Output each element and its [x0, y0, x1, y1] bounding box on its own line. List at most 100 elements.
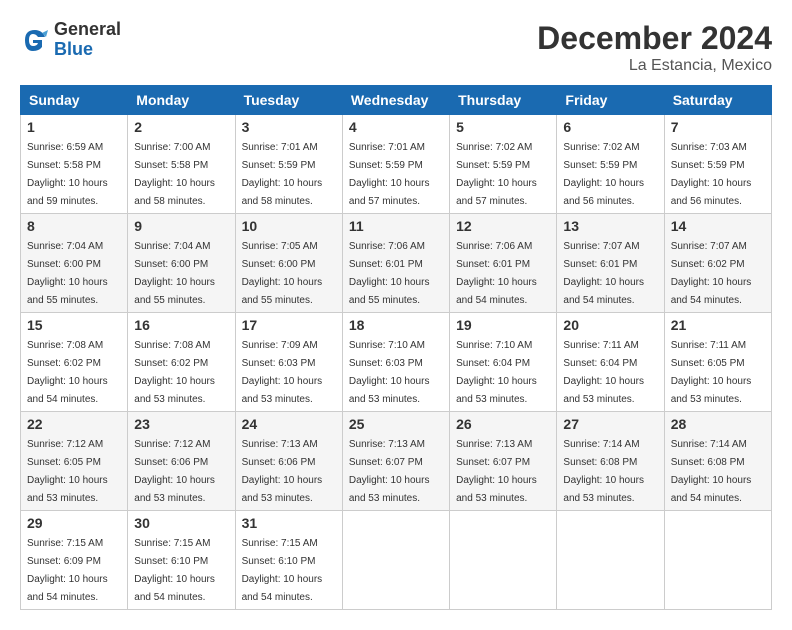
- day-number: 26: [456, 416, 550, 432]
- calendar-week-3: 15 Sunrise: 7:08 AMSunset: 6:02 PMDaylig…: [21, 313, 772, 412]
- calendar-cell-empty: [664, 511, 771, 610]
- calendar-cell-14: 14 Sunrise: 7:07 AMSunset: 6:02 PMDaylig…: [664, 214, 771, 313]
- calendar-cell-9: 9 Sunrise: 7:04 AMSunset: 6:00 PMDayligh…: [128, 214, 235, 313]
- weekday-header-monday: Monday: [128, 86, 235, 115]
- day-number: 24: [242, 416, 336, 432]
- day-info: Sunrise: 7:13 AMSunset: 6:07 PMDaylight:…: [456, 439, 537, 504]
- calendar-cell-7: 7 Sunrise: 7:03 AMSunset: 5:59 PMDayligh…: [664, 115, 771, 214]
- calendar-cell-31: 31 Sunrise: 7:15 AMSunset: 6:10 PMDaylig…: [235, 511, 342, 610]
- day-info: Sunrise: 7:11 AMSunset: 6:05 PMDaylight:…: [671, 340, 752, 405]
- logo: General Blue: [20, 20, 121, 60]
- day-number: 28: [671, 416, 765, 432]
- calendar-cell-empty: [342, 511, 449, 610]
- day-info: Sunrise: 7:11 AMSunset: 6:04 PMDaylight:…: [563, 340, 644, 405]
- day-number: 7: [671, 119, 765, 135]
- day-number: 21: [671, 317, 765, 333]
- day-number: 11: [349, 218, 443, 234]
- day-info: Sunrise: 7:08 AMSunset: 6:02 PMDaylight:…: [134, 340, 215, 405]
- calendar-cell-23: 23 Sunrise: 7:12 AMSunset: 6:06 PMDaylig…: [128, 412, 235, 511]
- calendar-week-5: 29 Sunrise: 7:15 AMSunset: 6:09 PMDaylig…: [21, 511, 772, 610]
- month-title: December 2024: [537, 20, 772, 57]
- calendar-cell-28: 28 Sunrise: 7:14 AMSunset: 6:08 PMDaylig…: [664, 412, 771, 511]
- day-number: 10: [242, 218, 336, 234]
- calendar-cell-3: 3 Sunrise: 7:01 AMSunset: 5:59 PMDayligh…: [235, 115, 342, 214]
- weekday-header-thursday: Thursday: [450, 86, 557, 115]
- calendar-week-2: 8 Sunrise: 7:04 AMSunset: 6:00 PMDayligh…: [21, 214, 772, 313]
- calendar-cell-27: 27 Sunrise: 7:14 AMSunset: 6:08 PMDaylig…: [557, 412, 664, 511]
- calendar-cell-24: 24 Sunrise: 7:13 AMSunset: 6:06 PMDaylig…: [235, 412, 342, 511]
- day-number: 31: [242, 515, 336, 531]
- day-info: Sunrise: 7:01 AMSunset: 5:59 PMDaylight:…: [349, 142, 430, 207]
- calendar-cell-30: 30 Sunrise: 7:15 AMSunset: 6:10 PMDaylig…: [128, 511, 235, 610]
- calendar-cell-4: 4 Sunrise: 7:01 AMSunset: 5:59 PMDayligh…: [342, 115, 449, 214]
- day-number: 29: [27, 515, 121, 531]
- day-info: Sunrise: 7:07 AMSunset: 6:01 PMDaylight:…: [563, 241, 644, 306]
- day-info: Sunrise: 7:12 AMSunset: 6:06 PMDaylight:…: [134, 439, 215, 504]
- day-info: Sunrise: 7:12 AMSunset: 6:05 PMDaylight:…: [27, 439, 108, 504]
- day-info: Sunrise: 7:02 AMSunset: 5:59 PMDaylight:…: [563, 142, 644, 207]
- day-number: 18: [349, 317, 443, 333]
- calendar-cell-21: 21 Sunrise: 7:11 AMSunset: 6:05 PMDaylig…: [664, 313, 771, 412]
- day-number: 25: [349, 416, 443, 432]
- day-info: Sunrise: 7:14 AMSunset: 6:08 PMDaylight:…: [671, 439, 752, 504]
- day-info: Sunrise: 7:00 AMSunset: 5:58 PMDaylight:…: [134, 142, 215, 207]
- calendar-cell-17: 17 Sunrise: 7:09 AMSunset: 6:03 PMDaylig…: [235, 313, 342, 412]
- calendar-cell-29: 29 Sunrise: 7:15 AMSunset: 6:09 PMDaylig…: [21, 511, 128, 610]
- weekday-header-saturday: Saturday: [664, 86, 771, 115]
- day-info: Sunrise: 7:04 AMSunset: 6:00 PMDaylight:…: [134, 241, 215, 306]
- calendar-cell-empty: [557, 511, 664, 610]
- calendar-cell-25: 25 Sunrise: 7:13 AMSunset: 6:07 PMDaylig…: [342, 412, 449, 511]
- calendar-cell-12: 12 Sunrise: 7:06 AMSunset: 6:01 PMDaylig…: [450, 214, 557, 313]
- calendar-cell-2: 2 Sunrise: 7:00 AMSunset: 5:58 PMDayligh…: [128, 115, 235, 214]
- calendar-cell-22: 22 Sunrise: 7:12 AMSunset: 6:05 PMDaylig…: [21, 412, 128, 511]
- logo-general: General: [54, 20, 121, 40]
- calendar-cell-15: 15 Sunrise: 7:08 AMSunset: 6:02 PMDaylig…: [21, 313, 128, 412]
- day-info: Sunrise: 7:08 AMSunset: 6:02 PMDaylight:…: [27, 340, 108, 405]
- day-info: Sunrise: 7:05 AMSunset: 6:00 PMDaylight:…: [242, 241, 323, 306]
- day-number: 20: [563, 317, 657, 333]
- day-number: 8: [27, 218, 121, 234]
- day-info: Sunrise: 7:06 AMSunset: 6:01 PMDaylight:…: [456, 241, 537, 306]
- weekday-header-wednesday: Wednesday: [342, 86, 449, 115]
- day-info: Sunrise: 7:07 AMSunset: 6:02 PMDaylight:…: [671, 241, 752, 306]
- calendar-cell-19: 19 Sunrise: 7:10 AMSunset: 6:04 PMDaylig…: [450, 313, 557, 412]
- logo-text: General Blue: [54, 20, 121, 60]
- logo-blue: Blue: [54, 40, 121, 60]
- day-number: 12: [456, 218, 550, 234]
- calendar-week-4: 22 Sunrise: 7:12 AMSunset: 6:05 PMDaylig…: [21, 412, 772, 511]
- day-number: 6: [563, 119, 657, 135]
- calendar-cell-20: 20 Sunrise: 7:11 AMSunset: 6:04 PMDaylig…: [557, 313, 664, 412]
- title-block: December 2024 La Estancia, Mexico: [537, 20, 772, 75]
- calendar-cell-5: 5 Sunrise: 7:02 AMSunset: 5:59 PMDayligh…: [450, 115, 557, 214]
- weekday-header-sunday: Sunday: [21, 86, 128, 115]
- logo-icon: [20, 25, 50, 55]
- day-number: 2: [134, 119, 228, 135]
- calendar-cell-empty: [450, 511, 557, 610]
- day-number: 17: [242, 317, 336, 333]
- day-info: Sunrise: 7:06 AMSunset: 6:01 PMDaylight:…: [349, 241, 430, 306]
- day-number: 13: [563, 218, 657, 234]
- day-number: 4: [349, 119, 443, 135]
- day-number: 5: [456, 119, 550, 135]
- day-info: Sunrise: 7:14 AMSunset: 6:08 PMDaylight:…: [563, 439, 644, 504]
- calendar-cell-10: 10 Sunrise: 7:05 AMSunset: 6:00 PMDaylig…: [235, 214, 342, 313]
- day-info: Sunrise: 7:15 AMSunset: 6:10 PMDaylight:…: [134, 538, 215, 603]
- day-number: 1: [27, 119, 121, 135]
- day-info: Sunrise: 7:02 AMSunset: 5:59 PMDaylight:…: [456, 142, 537, 207]
- calendar-cell-13: 13 Sunrise: 7:07 AMSunset: 6:01 PMDaylig…: [557, 214, 664, 313]
- day-number: 30: [134, 515, 228, 531]
- day-number: 16: [134, 317, 228, 333]
- calendar-cell-11: 11 Sunrise: 7:06 AMSunset: 6:01 PMDaylig…: [342, 214, 449, 313]
- calendar-cell-16: 16 Sunrise: 7:08 AMSunset: 6:02 PMDaylig…: [128, 313, 235, 412]
- day-info: Sunrise: 7:10 AMSunset: 6:03 PMDaylight:…: [349, 340, 430, 405]
- day-number: 19: [456, 317, 550, 333]
- calendar-table: SundayMondayTuesdayWednesdayThursdayFrid…: [20, 85, 772, 610]
- day-number: 27: [563, 416, 657, 432]
- day-info: Sunrise: 7:15 AMSunset: 6:09 PMDaylight:…: [27, 538, 108, 603]
- weekday-header-tuesday: Tuesday: [235, 86, 342, 115]
- day-number: 22: [27, 416, 121, 432]
- day-number: 3: [242, 119, 336, 135]
- calendar-cell-1: 1 Sunrise: 6:59 AMSunset: 5:58 PMDayligh…: [21, 115, 128, 214]
- weekday-header-friday: Friday: [557, 86, 664, 115]
- day-info: Sunrise: 7:09 AMSunset: 6:03 PMDaylight:…: [242, 340, 323, 405]
